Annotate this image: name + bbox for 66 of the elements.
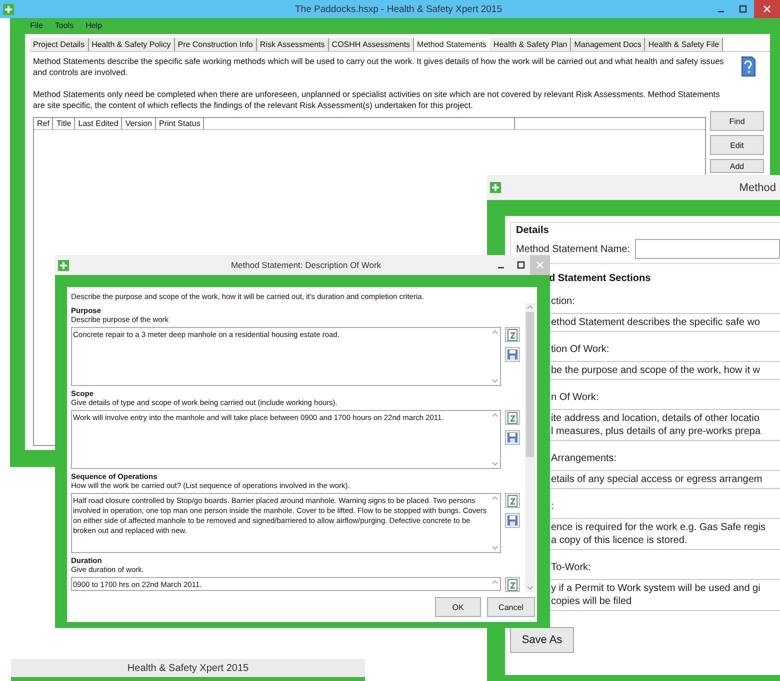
section-label: tion Of Work:	[551, 344, 610, 355]
close-button[interactable]	[754, 0, 780, 18]
name-input[interactable]	[634, 239, 780, 259]
help-icon[interactable]	[740, 56, 756, 77]
save-icon[interactable]	[505, 347, 520, 362]
column-header[interactable]: Print Status	[156, 118, 204, 129]
close-icon	[763, 5, 771, 13]
tab[interactable]: Risk Assessments	[256, 38, 329, 51]
scroll-up-icon[interactable]	[492, 330, 498, 334]
app-icon[interactable]	[58, 260, 69, 270]
cancel-button[interactable]: Cancel	[487, 597, 535, 617]
window-title: Method	[738, 182, 777, 194]
tab[interactable]: Health & Safety File	[645, 38, 724, 51]
window-title: Method Statement: Description Of Work	[230, 260, 382, 270]
group-heading: Details	[516, 225, 550, 236]
section-field[interactable]: ethod Statement describes the specific safe wo	[549, 313, 780, 332]
window-title: The Paddocks.hsxp - Health & Safety Xpert 2015	[294, 4, 503, 14]
description-text: Method Statements describe the specific safe working methods which will be used to carry out the work. It gives details of how the work will be carried out and what health and safety issues and controls are involved.	[33, 56, 725, 78]
tab[interactable]: Pre Construction Info	[174, 38, 257, 51]
maximize-icon	[517, 261, 525, 269]
maximize-icon	[739, 5, 747, 13]
app-icon[interactable]	[490, 182, 501, 193]
action-button[interactable]: Find	[710, 111, 764, 131]
column-header[interactable]: Title	[53, 118, 76, 129]
save-icon[interactable]	[505, 513, 520, 528]
scroll-up-icon[interactable]	[492, 580, 498, 584]
scroll-down-icon[interactable]	[527, 586, 533, 590]
scroll-up-icon[interactable]	[527, 305, 533, 309]
column-header[interactable]: Version	[122, 118, 156, 129]
column-header[interactable]: Ref	[34, 118, 54, 129]
spell-check-icon[interactable]	[505, 410, 520, 425]
section-label: :	[551, 501, 555, 512]
tab[interactable]: Management Docs	[571, 38, 646, 51]
save-icon[interactable]	[505, 430, 520, 445]
app-icon[interactable]	[3, 4, 14, 14]
save-as-button[interactable]: Save As	[510, 627, 574, 653]
spell-check-icon[interactable]	[505, 327, 520, 342]
column-header[interactable]: Last Edited	[75, 118, 122, 129]
section-field[interactable]: etails of any special access or egress arrangem	[549, 470, 780, 489]
tab[interactable]: Health & Safety Policy	[88, 38, 175, 51]
window-title: Health & Safety Xpert 2015	[126, 662, 250, 674]
field-label: Method Statement Name:	[516, 244, 630, 254]
section-label: ction:	[551, 296, 576, 307]
tab[interactable]: COSHH Assessments	[328, 38, 414, 51]
menu-item[interactable]: Help	[86, 20, 102, 30]
close-icon	[536, 261, 544, 269]
scroll-down-icon[interactable]	[492, 546, 498, 550]
ok-button[interactable]: OK	[435, 597, 481, 617]
spell-check-icon[interactable]	[505, 493, 520, 508]
scroll-up-icon[interactable]	[492, 413, 498, 417]
tab[interactable]: Health & Safety Plan	[490, 38, 572, 51]
scrollbar[interactable]	[525, 303, 535, 592]
action-button[interactable]: Add	[710, 159, 764, 173]
spell-check-icon[interactable]	[505, 577, 520, 592]
tab[interactable]: Project Details	[30, 38, 89, 51]
description-text: Method Statements only need be completed when there are unforeseen, unplanned or specialist activities on site which are not covered by relevant Risk Assessments. Method Statements are site specific, the content of which reflects the findings of the relevant Risk Assessment(s) undertaken for this project.	[33, 89, 721, 111]
section-field[interactable]: be the purpose and scope of the work, how it w	[549, 361, 780, 380]
scroll-down-icon[interactable]	[492, 462, 498, 466]
section-label: n Of Work:	[551, 392, 600, 403]
menu-item[interactable]: File	[30, 20, 43, 30]
section-label: To-Work:	[551, 562, 592, 573]
section-label: Arrangements:	[551, 453, 618, 464]
action-button[interactable]: Edit	[710, 135, 764, 155]
menu-item[interactable]: Tools	[54, 20, 74, 30]
scroll-down-icon[interactable]	[492, 379, 498, 383]
scroll-up-icon[interactable]	[492, 496, 498, 500]
